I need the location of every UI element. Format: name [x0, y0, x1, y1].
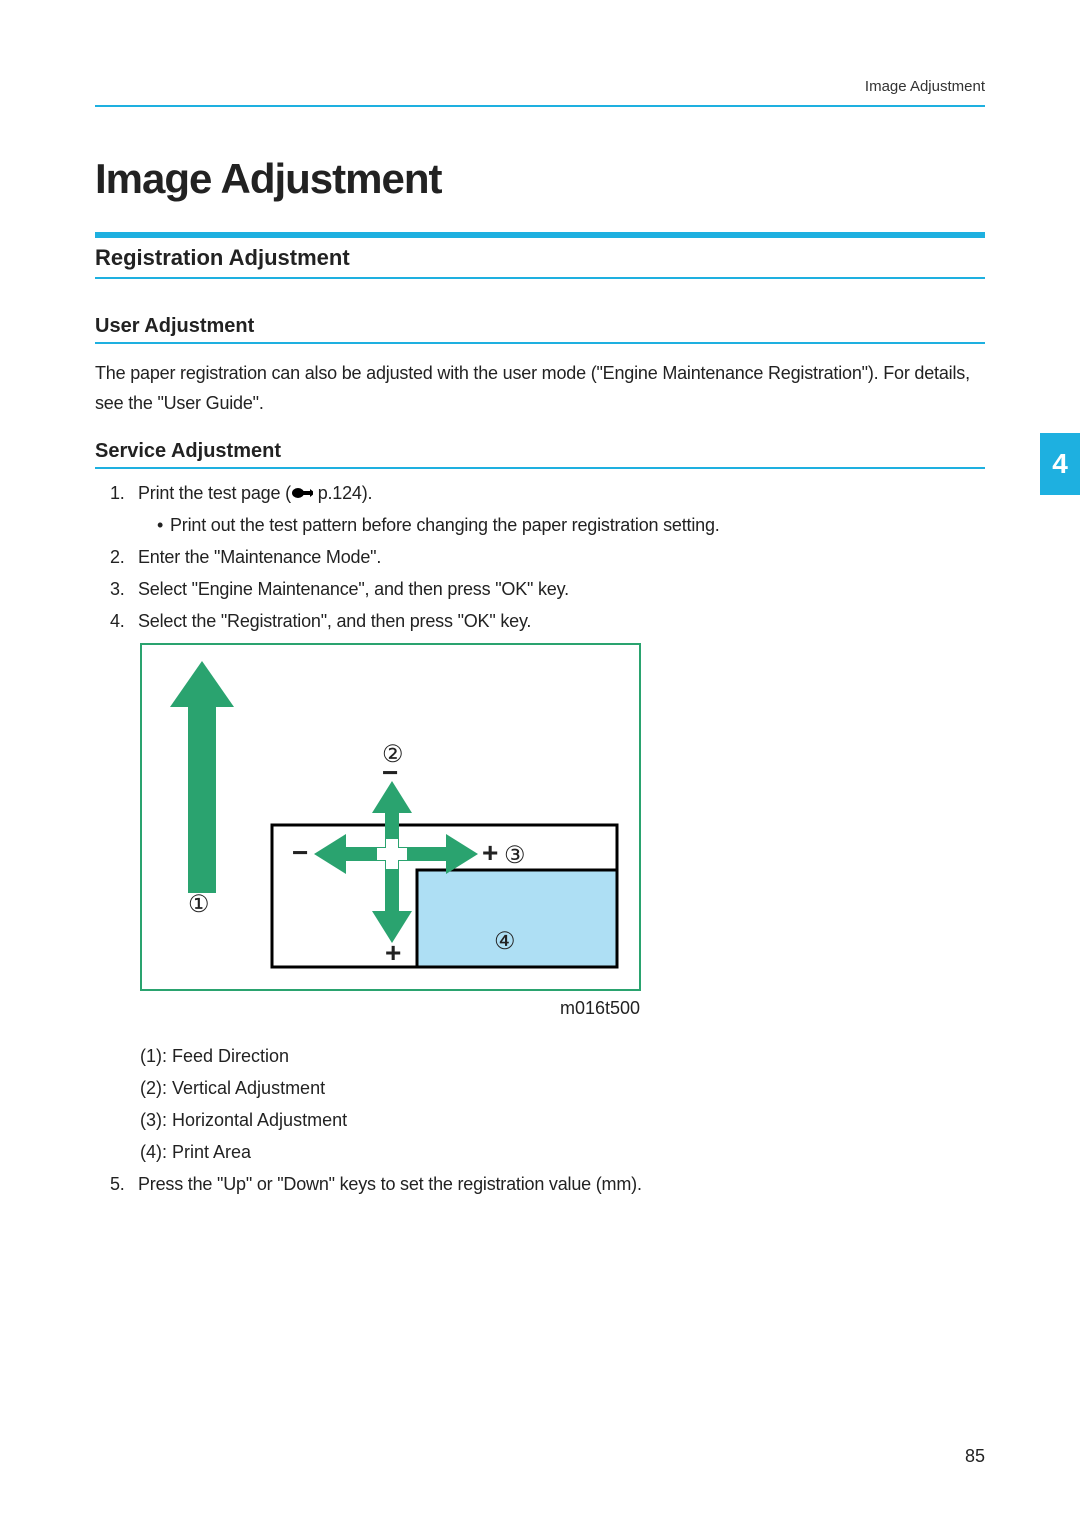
plus-sign-bottom: +	[385, 937, 401, 969]
page-title: Image Adjustment	[95, 155, 442, 203]
minus-sign-left: −	[292, 837, 308, 869]
subsection-underline	[95, 467, 985, 469]
step-1-subbullet: •Print out the test pattern before chang…	[150, 515, 985, 536]
step-number: 2.	[110, 547, 138, 568]
legend-3: (3): Horizontal Adjustment	[140, 1110, 347, 1131]
legend-2: (2): Vertical Adjustment	[140, 1078, 325, 1099]
section-registration-adjustment: Registration Adjustment	[95, 232, 985, 279]
running-header: Image Adjustment	[95, 78, 985, 105]
user-adjustment-body: The paper registration can also be adjus…	[95, 358, 985, 418]
diagram-code: m016t500	[560, 998, 640, 1019]
hand-pointer-icon	[291, 484, 313, 498]
sub-bullet-text: Print out the test pattern before changi…	[170, 515, 720, 535]
step-text: Select "Engine Maintenance", and then pr…	[138, 579, 569, 599]
arrow-feed-direction	[170, 661, 234, 893]
subsection-title: Service Adjustment	[95, 440, 985, 467]
page-number: 85	[965, 1446, 985, 1467]
step-4: 4.Select the "Registration", and then pr…	[110, 611, 985, 632]
step-text-a: Print the test page (	[138, 483, 291, 503]
page: Image Adjustment Image Adjustment Regist…	[0, 0, 1080, 1532]
diagram-frame: ① ② ③ ④ − + − +	[140, 643, 641, 991]
section-bar-bottom	[95, 277, 985, 279]
step-number: 1.	[110, 483, 138, 504]
step-2: 2.Enter the "Maintenance Mode".	[110, 547, 985, 568]
header-rule	[95, 105, 985, 107]
subsection-title: User Adjustment	[95, 315, 985, 342]
diagram-label-1: ①	[188, 890, 210, 919]
page-header: Image Adjustment	[95, 78, 985, 107]
step-text: Enter the "Maintenance Mode".	[138, 547, 381, 567]
subsection-underline	[95, 342, 985, 344]
section-title: Registration Adjustment	[95, 238, 985, 277]
step-number: 4.	[110, 611, 138, 632]
step-number: 3.	[110, 579, 138, 600]
plus-sign-right: +	[482, 837, 498, 869]
legend-1: (1): Feed Direction	[140, 1046, 289, 1067]
bullet-icon: •	[150, 515, 170, 536]
step-number: 5.	[110, 1174, 138, 1195]
step-text: Select the "Registration", and then pres…	[138, 611, 531, 631]
chapter-tab: 4	[1040, 433, 1080, 495]
step-5: 5.Press the "Up" or "Down" keys to set t…	[110, 1174, 985, 1195]
minus-sign-top: −	[382, 757, 398, 789]
registration-diagram: ① ② ③ ④ − + − + m016t500	[140, 643, 645, 1021]
step-3: 3.Select "Engine Maintenance", and then …	[110, 579, 985, 600]
diagram-label-3: ③	[504, 841, 526, 870]
subsection-user-adjustment: User Adjustment	[95, 315, 985, 344]
step-1: 1.Print the test page ( p.124).	[110, 483, 985, 504]
step-text: Press the "Up" or "Down" keys to set the…	[138, 1174, 642, 1194]
diagram-label-4: ④	[494, 927, 516, 956]
step-text-b: p.124).	[313, 483, 372, 503]
subsection-service-adjustment: Service Adjustment	[95, 440, 985, 469]
legend-4: (4): Print Area	[140, 1142, 251, 1163]
